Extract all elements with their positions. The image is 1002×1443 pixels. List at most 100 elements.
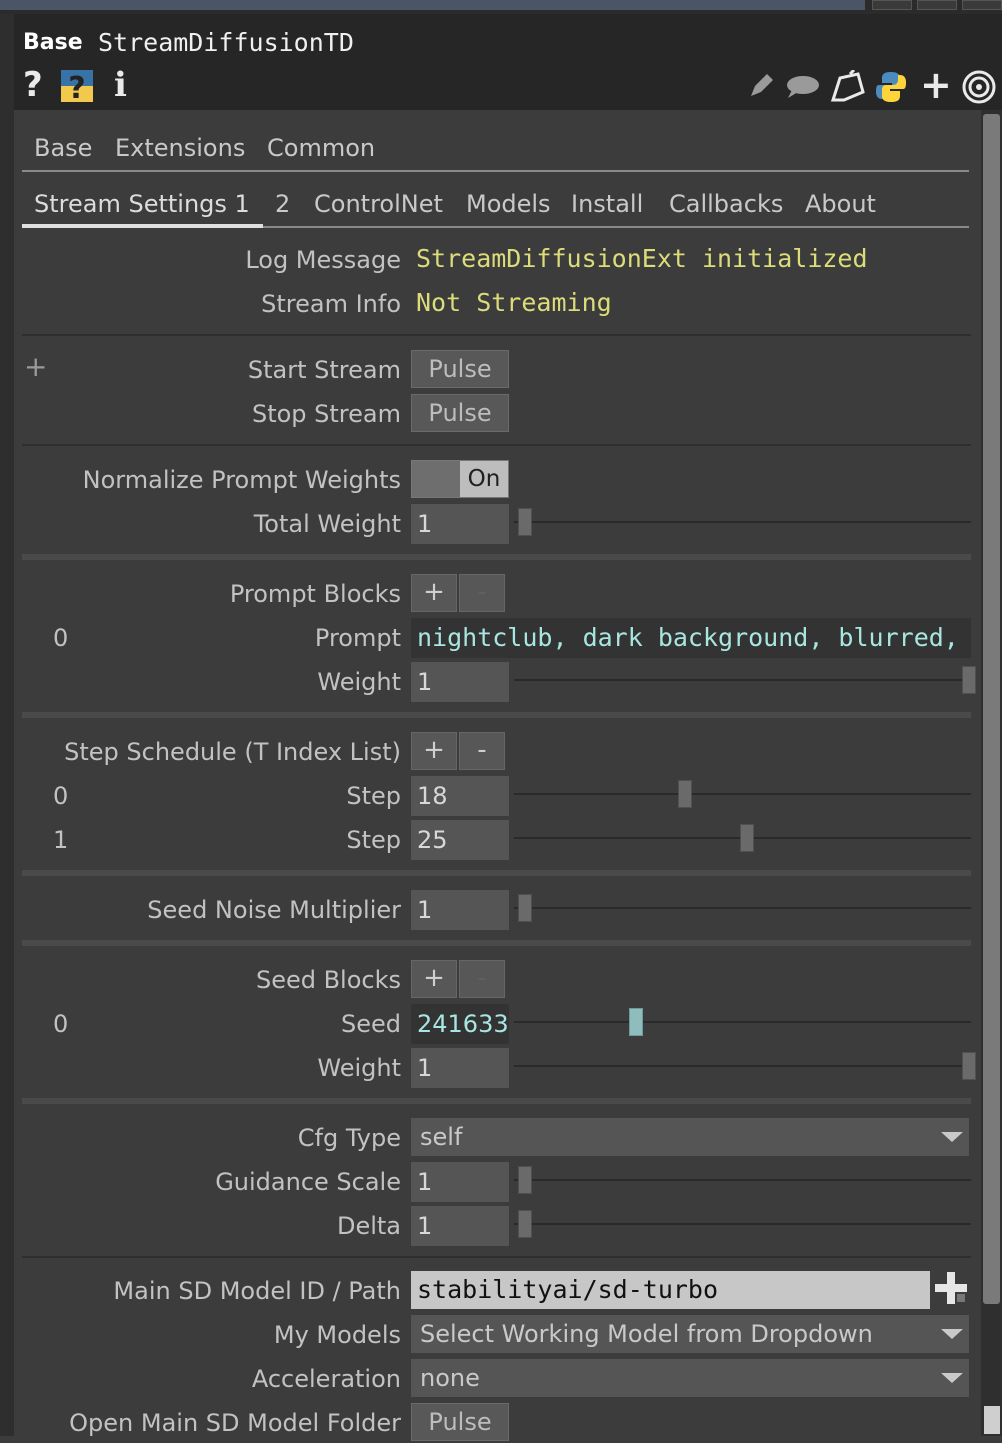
- scroll-up-arrow[interactable]: [984, 1406, 1000, 1434]
- tab-extensions[interactable]: Extensions: [115, 134, 245, 162]
- tab-install[interactable]: Install: [571, 190, 643, 218]
- seed-weight-slider[interactable]: [962, 1052, 976, 1080]
- prompt-weight-track[interactable]: [514, 679, 971, 681]
- tab-about[interactable]: About: [805, 190, 876, 218]
- step-field[interactable]: 18: [411, 776, 509, 816]
- tab-stream-settings-2[interactable]: 2: [275, 190, 290, 218]
- tab-models[interactable]: Models: [466, 190, 551, 218]
- step-label: Step: [346, 782, 401, 810]
- python-help-icon[interactable]: ?: [59, 68, 95, 106]
- delta-track[interactable]: [514, 1223, 971, 1225]
- seed-track[interactable]: [514, 1021, 971, 1023]
- seed-blocks-remove-button[interactable]: -: [459, 960, 505, 998]
- op-header: Base StreamDiffusionTD ? ? i +: [14, 14, 1002, 110]
- step-track[interactable]: [514, 793, 971, 795]
- stream-info-value: Not Streaming: [416, 288, 612, 317]
- scrollbar-thumb[interactable]: [983, 114, 1000, 1304]
- total-weight-field[interactable]: 1: [411, 504, 509, 544]
- prompt-weight-label: Weight: [317, 668, 401, 696]
- expand-icon[interactable]: +: [24, 352, 47, 382]
- step-field[interactable]: 25: [411, 820, 509, 860]
- start-stream-label: Start Stream: [247, 356, 401, 384]
- section-divider: [22, 712, 971, 718]
- seed-noise-track[interactable]: [514, 907, 971, 909]
- seed-weight-field[interactable]: 1: [411, 1048, 509, 1088]
- delta-field[interactable]: 1: [411, 1206, 509, 1246]
- guidance-scale-field[interactable]: 1: [411, 1162, 509, 1202]
- log-message-value: StreamDiffusionExt initialized: [416, 244, 868, 273]
- my-models-dropdown[interactable]: Select Working Model from Dropdown: [411, 1315, 969, 1353]
- total-weight-slider[interactable]: [518, 508, 532, 536]
- window-button-3[interactable]: [962, 0, 1002, 10]
- step-index: 1: [53, 826, 69, 854]
- section-divider: [22, 444, 971, 446]
- chevron-down-icon: [941, 1373, 963, 1383]
- prompt-blocks-remove-button[interactable]: -: [459, 574, 505, 612]
- seed-weight-track[interactable]: [514, 1065, 971, 1067]
- normalize-toggle[interactable]: On: [411, 460, 509, 498]
- seed-blocks-add-button[interactable]: +: [411, 960, 457, 998]
- prompt-blocks-label: Prompt Blocks: [229, 580, 401, 608]
- model-id-field[interactable]: stabilityai/sd-turbo: [411, 1271, 930, 1309]
- stop-stream-button[interactable]: Pulse: [411, 394, 509, 432]
- open-folder-button[interactable]: Pulse: [411, 1403, 509, 1441]
- help-icon[interactable]: ?: [23, 68, 43, 102]
- acceleration-value: none: [420, 1364, 480, 1392]
- step-schedule-remove-button[interactable]: -: [459, 732, 505, 770]
- seed-slider[interactable]: [629, 1008, 643, 1036]
- section-divider: [22, 334, 971, 336]
- model-id-label: Main SD Model ID / Path: [113, 1277, 401, 1305]
- prompt-weight-slider[interactable]: [962, 666, 976, 694]
- prompt-blocks-add-button[interactable]: +: [411, 574, 457, 612]
- comment-icon[interactable]: [786, 74, 820, 104]
- my-models-value: Select Working Model from Dropdown: [420, 1320, 873, 1348]
- seed-noise-field[interactable]: 1: [411, 890, 509, 930]
- tab-controlnet[interactable]: ControlNet: [314, 190, 443, 218]
- delta-slider[interactable]: [518, 1210, 532, 1238]
- my-models-label: My Models: [273, 1321, 401, 1349]
- acceleration-label: Acceleration: [251, 1365, 401, 1393]
- stop-stream-label: Stop Stream: [251, 400, 401, 428]
- op-name-field[interactable]: StreamDiffusionTD: [98, 28, 354, 57]
- step-slider[interactable]: [677, 780, 692, 808]
- step-schedule-add-button[interactable]: +: [411, 732, 457, 770]
- scrollbar-track[interactable]: [981, 110, 1002, 1436]
- plus-icon[interactable]: +: [920, 66, 952, 104]
- op-type-label: Base: [23, 30, 83, 55]
- tab-base[interactable]: Base: [34, 134, 92, 162]
- start-stream-button[interactable]: Pulse: [411, 350, 509, 388]
- window-button-2[interactable]: [917, 0, 957, 10]
- active-tab-underline: [22, 224, 263, 228]
- window-button-1[interactable]: [872, 0, 912, 10]
- section-divider: [22, 1098, 971, 1104]
- clone-icon[interactable]: [830, 68, 866, 108]
- section-divider: [22, 870, 971, 876]
- guidance-scale-slider[interactable]: [518, 1166, 532, 1194]
- prompt-field[interactable]: nightclub, dark background, blurred,: [411, 618, 971, 658]
- section-divider: [22, 940, 971, 946]
- delta-label: Delta: [336, 1212, 401, 1240]
- step-schedule-label: Step Schedule (T Index List): [64, 738, 401, 766]
- step-slider[interactable]: [740, 824, 754, 852]
- add-path-icon[interactable]: [935, 1270, 967, 1310]
- acceleration-dropdown[interactable]: none: [411, 1359, 969, 1397]
- tab-callbacks[interactable]: Callbacks: [669, 190, 783, 218]
- seed-noise-slider[interactable]: [518, 894, 532, 922]
- title-bar-accent: [0, 0, 865, 10]
- seed-noise-label: Seed Noise Multiplier: [147, 896, 401, 924]
- cfg-type-dropdown[interactable]: self: [411, 1118, 969, 1156]
- tab-common[interactable]: Common: [267, 134, 375, 162]
- edit-icon[interactable]: [747, 72, 775, 104]
- python-icon[interactable]: [874, 70, 908, 108]
- tab-stream-settings-1[interactable]: Stream Settings 1: [34, 190, 250, 218]
- viewer-icon[interactable]: [962, 70, 996, 108]
- total-weight-track[interactable]: [514, 521, 971, 523]
- prompt-weight-field[interactable]: 1: [411, 662, 509, 702]
- log-message-label: Log Message: [245, 246, 401, 274]
- total-weight-label: Total Weight: [253, 510, 401, 538]
- guidance-scale-track[interactable]: [514, 1179, 971, 1181]
- normalize-label: Normalize Prompt Weights: [82, 466, 401, 494]
- info-icon[interactable]: i: [114, 68, 127, 102]
- left-edge-strip: [0, 14, 14, 1436]
- seed-field[interactable]: 241633: [411, 1004, 509, 1044]
